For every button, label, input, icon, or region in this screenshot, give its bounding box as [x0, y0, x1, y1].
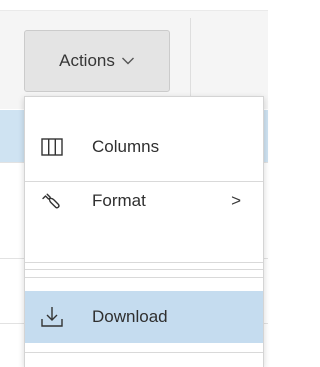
chevron-down-icon — [121, 57, 134, 65]
toolbar-divider — [190, 18, 191, 106]
clipped-heading-text — [0, 0, 268, 10]
menu-item-label: Download — [92, 307, 168, 326]
actions-button[interactable]: Actions — [24, 30, 170, 92]
submenu-arrow: > — [231, 191, 241, 210]
menu-divider — [25, 269, 263, 270]
menu-item-download[interactable]: Download — [25, 291, 263, 343]
menu-item-label: Columns — [92, 137, 160, 156]
actions-dropdown-menu: Columns Format > Download — [24, 96, 264, 367]
menu-divider — [25, 262, 263, 263]
actions-button-label: Actions — [59, 51, 115, 70]
menu-item-columns[interactable]: Columns — [25, 119, 263, 175]
columns-icon — [40, 135, 64, 159]
menu-divider — [25, 277, 263, 278]
menu-item-label: Format — [92, 191, 146, 210]
wrench-icon — [40, 189, 64, 213]
menu-item-format[interactable]: Format > — [25, 173, 263, 229]
download-icon — [40, 305, 64, 329]
menu-divider — [25, 352, 263, 353]
